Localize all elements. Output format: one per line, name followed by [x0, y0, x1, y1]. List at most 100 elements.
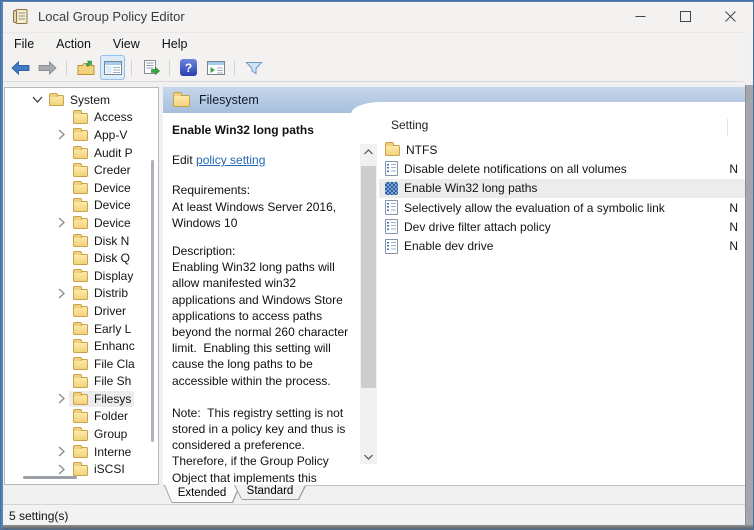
tree-item-folder[interactable]: Folder — [5, 408, 155, 426]
tree-item-device[interactable]: Device — [5, 179, 155, 197]
tree-item-device[interactable]: Device — [5, 197, 155, 215]
tree-item-disk-n[interactable]: Disk N — [5, 232, 155, 250]
filter-icon[interactable] — [241, 55, 266, 80]
tree-item-system[interactable]: System — [5, 91, 155, 109]
setting-state: N — [729, 162, 738, 176]
tree-item-display[interactable]: Display — [5, 267, 155, 285]
setting-label: Enable dev drive — [404, 239, 493, 253]
tree-item-app-v[interactable]: App-V — [5, 126, 155, 144]
folder-icon — [173, 95, 190, 107]
chevron-spacer — [53, 164, 69, 176]
folder-icon — [73, 394, 88, 405]
folder-icon — [73, 465, 88, 476]
chevron-spacer — [53, 270, 69, 282]
export-list-icon[interactable] — [138, 55, 163, 80]
toolbar-separator — [234, 60, 235, 76]
folder-icon — [73, 130, 88, 141]
tree-item-distrib[interactable]: Distrib — [5, 285, 155, 303]
setting-row[interactable]: NTFS — [379, 140, 747, 159]
setting-row[interactable]: Dev drive filter attach policyN — [379, 217, 747, 236]
details-scrollbar[interactable] — [360, 144, 377, 464]
tree-item-device[interactable]: Device — [5, 214, 155, 232]
setting-row[interactable]: Selectively allow the evaluation of a sy… — [379, 198, 747, 217]
policy-setting-icon — [385, 239, 398, 254]
requirements-text: Requirements: At least Windows Server 20… — [172, 182, 353, 231]
column-separator[interactable] — [727, 119, 728, 136]
tree-item-interne[interactable]: Interne — [5, 443, 155, 461]
window-edge-top — [1, 1, 753, 2]
window-edge-right — [745, 85, 753, 529]
tree-item-creder[interactable]: Creder — [5, 161, 155, 179]
tree-horizontal-scrollbar[interactable] — [23, 476, 77, 479]
folder-icon — [73, 289, 88, 300]
scroll-down-icon[interactable] — [360, 449, 377, 464]
tree-item-label: Audit P — [94, 146, 133, 160]
tree-item-label: iSCSI — [94, 462, 125, 476]
tree-item-label: Disk N — [94, 234, 129, 248]
folder-icon — [73, 324, 88, 335]
tree: SystemAccessApp-VAudit PCrederDeviceDevi… — [5, 91, 155, 478]
chevron-right-icon[interactable] — [53, 393, 69, 405]
forward-arrow-icon[interactable] — [35, 55, 60, 80]
menu-help[interactable]: Help — [151, 33, 199, 55]
folder-icon — [385, 145, 400, 156]
minimize-icon[interactable] — [618, 1, 663, 32]
chevron-spacer — [53, 199, 69, 211]
result-pane: Filesystem Enable Win32 long paths Edit … — [163, 87, 747, 485]
help-icon[interactable]: ? — [176, 55, 201, 80]
scroll-up-icon[interactable] — [360, 144, 377, 159]
tree-item-file-cla[interactable]: File Cla — [5, 355, 155, 373]
tree-item-file-sh[interactable]: File Sh — [5, 373, 155, 391]
policy-setting-link[interactable]: policy setting — [196, 153, 265, 167]
folder-icon — [73, 236, 88, 247]
menu-file[interactable]: File — [3, 33, 45, 55]
parent-folder-icon[interactable] — [73, 55, 98, 80]
chevron-spacer — [53, 428, 69, 440]
tree-item-early-l[interactable]: Early L — [5, 320, 155, 338]
scrollbar-thumb[interactable] — [361, 166, 376, 388]
policy-setting-icon — [385, 161, 398, 176]
tree-item-filesys[interactable]: Filesys — [5, 390, 155, 408]
chevron-down-icon[interactable] — [29, 94, 45, 106]
tree-item-access[interactable]: Access — [5, 109, 155, 127]
selected-setting-title: Enable Win32 long paths — [172, 122, 353, 138]
folder-icon — [73, 218, 88, 229]
setting-row[interactable]: Enable Win32 long paths — [379, 179, 747, 198]
tree-item-disk-q[interactable]: Disk Q — [5, 249, 155, 267]
show-console-tree-icon[interactable] — [100, 55, 125, 80]
tree-item-label: Disk Q — [94, 251, 130, 265]
tab-standard[interactable]: Standard — [235, 485, 305, 499]
menu-view[interactable]: View — [102, 33, 151, 55]
chevron-spacer — [53, 235, 69, 247]
maximize-icon[interactable] — [663, 1, 708, 32]
chevron-right-icon[interactable] — [53, 129, 69, 141]
tree-item-label: Folder — [94, 409, 128, 423]
toolbar-separator — [131, 60, 132, 76]
new-window-icon[interactable] — [203, 55, 228, 80]
setting-state: N — [729, 201, 738, 215]
back-arrow-icon[interactable] — [8, 55, 33, 80]
tree-item-label: Device — [94, 216, 131, 230]
chevron-right-icon[interactable] — [53, 446, 69, 458]
setting-row[interactable]: Disable delete notifications on all volu… — [379, 159, 747, 178]
tree-item-group[interactable]: Group — [5, 425, 155, 443]
tab-extended[interactable]: Extended — [165, 485, 239, 502]
menu-action[interactable]: Action — [45, 33, 102, 55]
close-icon[interactable] — [708, 1, 753, 32]
chevron-right-icon[interactable] — [53, 463, 69, 475]
tree-vertical-scrollbar[interactable] — [151, 160, 154, 442]
policy-setting-icon — [385, 219, 398, 234]
folder-icon — [73, 377, 88, 388]
local-group-policy-editor-window: Local Group Policy Editor File Action Vi… — [0, 0, 754, 530]
setting-row[interactable]: Enable dev driveN — [379, 236, 747, 255]
tree-item-audit-p[interactable]: Audit P — [5, 144, 155, 162]
tree-item-enhanc[interactable]: Enhanc — [5, 337, 155, 355]
window-edge-left — [1, 1, 3, 529]
toolbar-separator — [66, 60, 67, 76]
chevron-right-icon[interactable] — [53, 287, 69, 299]
column-header-setting[interactable]: Setting — [391, 118, 428, 132]
tree-item-driver[interactable]: Driver — [5, 302, 155, 320]
note-text: Note: This registry setting is not store… — [172, 405, 353, 485]
chevron-spacer — [53, 410, 69, 422]
chevron-right-icon[interactable] — [53, 217, 69, 229]
